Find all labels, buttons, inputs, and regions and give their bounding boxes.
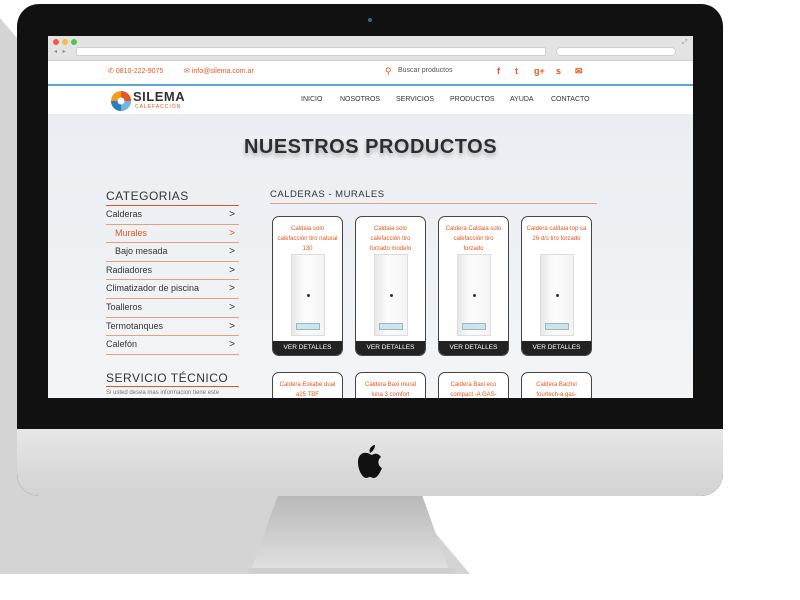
skype-icon[interactable]: s [556,66,561,76]
category-label: Murales [115,227,148,238]
category-bajo-mesada[interactable]: Bajo mesada > [106,243,239,262]
ver-detalles-button[interactable]: VER DETALLES [439,341,508,355]
silema-logo-icon[interactable] [110,90,132,112]
page-content: NUESTROS PRODUCTOS CATEGORIAS Calderas > … [48,114,693,398]
chevron-right-icon: > [229,301,235,313]
main-navigation: SILEMA CALEFACCIÓN INICIO NOSOTROS SERVI… [48,86,693,114]
product-card[interactable]: Caldaia solo calefacción tiro natural 13… [272,216,343,356]
phone-icon: ✆ [108,68,114,75]
imac-stand [250,495,450,573]
imac-frame: ◂ ▸ ⤢ ✆ 0810-222-9075 ✉ info@silema.com.… [17,4,723,496]
minimize-window-dot[interactable] [62,39,68,45]
nav-contacto[interactable]: CONTACTO [551,96,590,103]
camera-dot [368,18,372,22]
boiler-image [374,254,408,336]
product-card[interactable]: Caldera Baxi eco compact -A GAS- [438,372,509,398]
chevron-right-icon: > [229,209,235,220]
product-name: Caldera caldaia top sa 26 d/s tiro forza… [526,226,587,242]
chevron-right-icon: > [229,320,235,332]
google-plus-icon[interactable]: g+ [534,66,545,76]
product-name: Caldera Baxi mural luna 3 comfort [364,382,417,398]
brand-name[interactable]: SILEMA [133,89,185,104]
chevron-right-icon: > [229,264,235,276]
back-forward-icon[interactable]: ◂ ▸ [54,48,68,55]
product-card[interactable]: Caldera caldaia top sa 26 d/s tiro forza… [521,216,592,356]
mail-icon[interactable]: ✉ [575,66,583,77]
email-address: info@silema.com.ar [191,68,254,75]
category-label: Toalleros [106,301,143,312]
product-card[interactable]: Caldaia solo calefacción tiro forzado mo… [355,216,426,356]
service-text: Si usted desea mas informacion tiene est… [106,390,220,396]
category-calefon[interactable]: Calefón > [106,336,239,355]
twitter-icon[interactable]: t [515,66,518,76]
search-products-label[interactable]: Buscar productos [398,67,452,74]
categories-heading: CATEGORIAS [106,189,239,206]
category-calderas[interactable]: Calderas > [106,206,239,225]
ver-detalles-button[interactable]: VER DETALLES [273,341,342,355]
category-termotanques[interactable]: Termotanques > [106,318,239,337]
product-name: Caldera Bachvi fourtech-a gas- [536,382,577,398]
nav-ayuda[interactable]: AYUDA [510,96,534,103]
product-name: Caldera Baxi eco compact -A GAS- [450,382,497,398]
category-label: Radiadores [106,264,153,275]
phone-number: 0810-222-9075 [115,68,164,75]
product-name: Caldera Caldaia solo calefacción tiro fo… [445,226,502,252]
boiler-image [457,254,491,336]
brand-tagline: CALEFACCIÓN [135,104,182,110]
product-card[interactable]: Caldera Bachvi fourtech-a gas- [521,372,592,398]
category-murales[interactable]: Murales > [106,225,239,244]
apple-logo-icon [358,445,382,478]
address-bar[interactable] [76,47,546,56]
category-label: Bajo mesada [115,246,168,257]
phone-link[interactable]: ✆ 0810-222-9075 [108,67,163,75]
fullscreen-icon[interactable]: ⤢ [682,39,688,47]
chevron-right-icon: > [229,227,235,239]
ver-detalles-button[interactable]: VER DETALLES [356,341,425,355]
product-name: Caldera Eskabe dual a25 TBF [279,382,336,398]
section-title: CALDERAS - MURALES [270,189,597,204]
boiler-image [291,254,325,336]
chevron-right-icon: > [229,246,235,258]
category-radiadores[interactable]: Radiadores > [106,262,239,281]
maximize-window-dot[interactable] [71,39,77,45]
category-label: Calderas [106,209,143,219]
contact-bar: ✆ 0810-222-9075 ✉ info@silema.com.ar ⚲ B… [48,61,693,86]
imac-chin [17,429,723,496]
product-name: Caldaia solo calefacción tiro natural 13… [277,226,338,252]
nav-servicios[interactable]: SERVICIOS [396,96,434,103]
screen: ◂ ▸ ⤢ ✆ 0810-222-9075 ✉ info@silema.com.… [48,36,693,398]
categories-sidebar: CATEGORIAS Calderas > Murales > Bajo mesad… [106,189,239,355]
facebook-icon[interactable]: f [497,66,500,76]
product-card[interactable]: Caldera Eskabe dual a25 TBF [272,372,343,398]
category-climatizador[interactable]: Climatizador de piscina > [106,280,239,299]
imac-stand-base [249,568,455,573]
nav-productos[interactable]: PRODUCTOS [450,96,495,103]
category-label: Climatizador de piscina [106,283,200,294]
chevron-right-icon: > [229,283,235,295]
page-title: NUESTROS PRODUCTOS [243,136,498,158]
search-icon[interactable]: ⚲ [385,66,392,77]
browser-chrome: ◂ ▸ ⤢ [48,36,693,61]
envelope-icon: ✉ [184,68,190,75]
email-link[interactable]: ✉ info@silema.com.ar [184,67,254,75]
close-window-dot[interactable] [53,39,59,45]
ver-detalles-button[interactable]: VER DETALLES [522,341,591,355]
category-toalleros[interactable]: Toalleros > [106,299,239,318]
nav-nosotros[interactable]: NOSOTROS [340,96,380,103]
product-card[interactable]: Caldera Baxi mural luna 3 comfort [355,372,426,398]
boiler-image [540,254,574,336]
category-label: Calefón [106,339,138,350]
nav-inicio[interactable]: INICIO [301,96,322,103]
category-label: Termotanques [106,320,164,331]
service-heading: SERVICIO TÉCNICO [106,371,239,387]
product-name: Caldaia solo calefacción tiro forzado mo… [369,226,412,252]
browser-search-field[interactable] [556,47,676,56]
chevron-right-icon: > [229,339,235,351]
product-card[interactable]: Caldera Caldaia solo calefacción tiro fo… [438,216,509,356]
